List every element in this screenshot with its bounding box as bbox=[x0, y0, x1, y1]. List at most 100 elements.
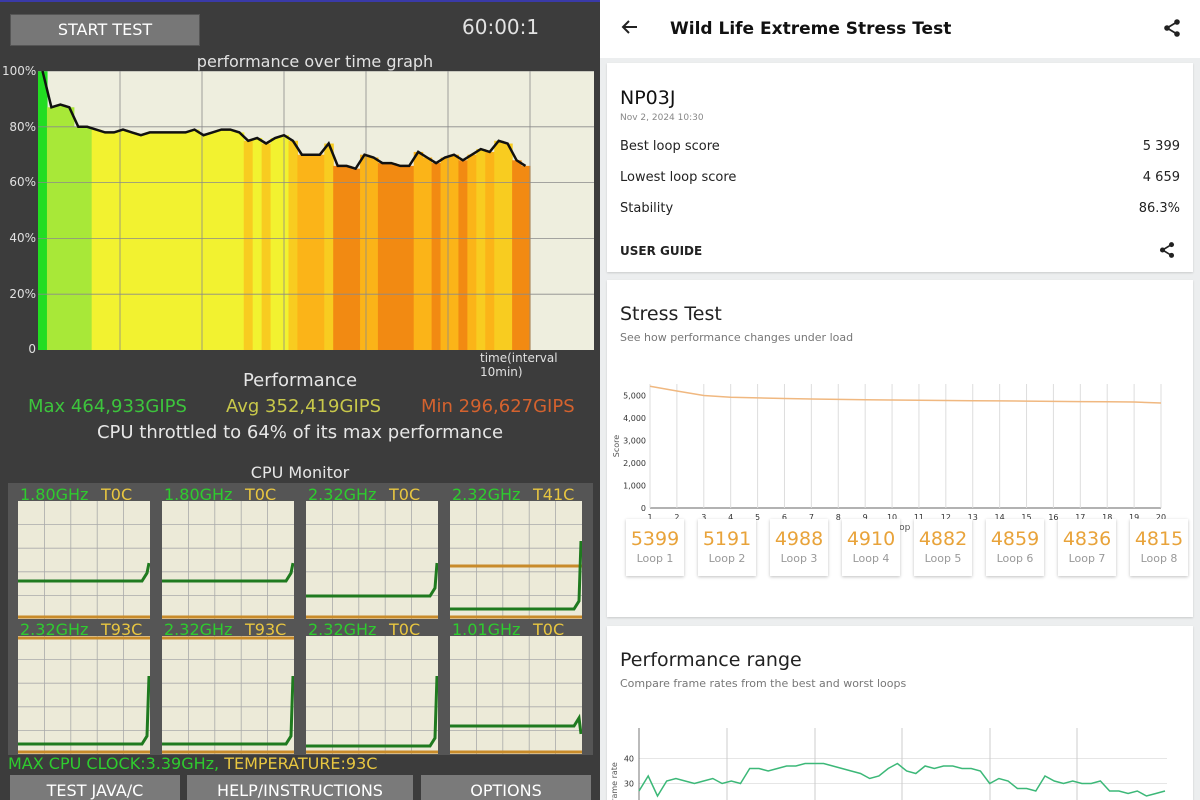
performance-range-subtitle: Compare frame rates from the best and wo… bbox=[620, 677, 907, 690]
stability-row: Stability 86.3% bbox=[620, 201, 1180, 216]
cpu-core-panel: 2.32GHz T0C bbox=[296, 483, 440, 619]
loop-label: Loop 7 bbox=[1068, 552, 1106, 565]
share-icon[interactable] bbox=[1162, 18, 1182, 38]
top-accent-line bbox=[0, 0, 600, 2]
performance-bar bbox=[503, 143, 513, 350]
y-tick-label: 30 bbox=[624, 780, 634, 789]
options-button[interactable]: OPTIONS bbox=[421, 775, 591, 800]
performance-bar bbox=[297, 154, 307, 350]
avg-performance: Avg 352,419GIPS bbox=[226, 396, 382, 417]
max-cpu-clock: MAX CPU CLOCK:3.39GHz, TEMPERATURE:93C bbox=[8, 754, 377, 773]
performance-bar bbox=[181, 132, 191, 350]
result-card: NP03J Nov 2, 2024 10:30 Best loop score 5… bbox=[607, 63, 1193, 272]
y-tick-label: 0 bbox=[28, 342, 36, 356]
loop-score-card[interactable]: 4882 Loop 5 bbox=[914, 519, 972, 576]
performance-bar bbox=[145, 132, 155, 350]
performance-bar bbox=[55, 104, 66, 350]
performance-bar bbox=[225, 129, 236, 350]
y-axis-title: Score bbox=[612, 435, 621, 457]
performance-bar bbox=[386, 163, 397, 350]
y-tick-label: 4,000 bbox=[623, 414, 646, 423]
core-graph bbox=[18, 636, 150, 754]
cpu-throttling-app: START TEST 60:00:1 performance over time… bbox=[0, 0, 600, 800]
performance-bar bbox=[467, 154, 477, 350]
x-tick-label: 16 bbox=[1048, 513, 1058, 522]
cpu-core-panel: 1.80GHz T0C bbox=[8, 483, 152, 619]
loop-score-card[interactable]: 4910 Loop 4 bbox=[842, 519, 900, 576]
3dmark-app: Wild Life Extreme Stress Test NP03J Nov … bbox=[600, 0, 1200, 800]
y-tick-label: 20% bbox=[9, 287, 36, 301]
min-performance: Min 296,627GIPS bbox=[421, 396, 575, 417]
start-test-button[interactable]: START TEST bbox=[10, 14, 200, 46]
score-line bbox=[649, 385, 1162, 404]
performance-bar bbox=[100, 132, 111, 350]
share-icon[interactable] bbox=[1158, 241, 1176, 259]
help-instructions-button[interactable]: HELP/INSTRUCTIONS bbox=[187, 775, 413, 800]
core-graph bbox=[162, 636, 294, 754]
loop-score-card[interactable]: 5191 Loop 2 bbox=[698, 519, 756, 576]
performance-bar bbox=[458, 160, 468, 350]
cpu-core-panel: 2.32GHz T41C bbox=[440, 483, 584, 619]
performance-bar bbox=[190, 129, 200, 350]
throttle-summary: CPU throttled to 64% of its max performa… bbox=[96, 422, 504, 443]
cpu-core-panel: 2.32GHz T0C bbox=[296, 618, 440, 754]
loop-score: 4910 bbox=[846, 528, 896, 550]
performance-bar bbox=[324, 143, 334, 350]
core-graph-background bbox=[18, 501, 150, 619]
loop-score-card[interactable]: 4988 Loop 3 bbox=[770, 519, 828, 576]
test-java-c-button[interactable]: TEST JAVA/C bbox=[10, 775, 180, 800]
loop-score: 5191 bbox=[702, 528, 752, 550]
performance-bar bbox=[315, 154, 325, 350]
y-tick-label: 0 bbox=[641, 504, 646, 513]
back-arrow-icon[interactable] bbox=[620, 17, 640, 37]
app-bar: Wild Life Extreme Stress Test bbox=[600, 0, 1200, 58]
y-tick-label: 60% bbox=[9, 175, 36, 189]
performance-bar bbox=[476, 149, 486, 350]
x-tick-label: 8 bbox=[836, 513, 841, 522]
stress-test-card: Stress Test See how performance changes … bbox=[607, 280, 1193, 617]
performance-range-title: Performance range bbox=[620, 649, 802, 671]
cpu-core-panel: 1.01GHz T0C bbox=[440, 618, 584, 754]
loop-label: Loop 1 bbox=[636, 552, 674, 565]
loop-score-card[interactable]: 4815 Loop 8 bbox=[1130, 519, 1188, 576]
loop-label: Loop 6 bbox=[996, 552, 1034, 565]
cpu-monitor-grid: 1.80GHz T0C 1.80GHz T0C 2.32GHz T0C 2.32… bbox=[8, 483, 593, 755]
max-clock-value: MAX CPU CLOCK:3.39GHz, bbox=[8, 754, 220, 773]
core-graph bbox=[306, 636, 438, 754]
max-performance: Max 464,933GIPS bbox=[28, 396, 187, 417]
performance-bar bbox=[351, 168, 361, 350]
performance-bar bbox=[306, 154, 316, 350]
performance-bar bbox=[216, 129, 227, 350]
performance-bar bbox=[154, 132, 164, 350]
performance-bar bbox=[288, 140, 299, 350]
performance-bar bbox=[64, 107, 75, 350]
cpu-core-panel: 2.32GHz T93C bbox=[8, 618, 152, 754]
performance-bar bbox=[422, 157, 433, 350]
loop-label: Loop 5 bbox=[924, 552, 962, 565]
loop-score: 4815 bbox=[1134, 528, 1184, 550]
frame-rate-chart: 403020Frame rate bbox=[610, 728, 1167, 800]
core-graph-background bbox=[450, 636, 582, 754]
y-tick-label: 40% bbox=[9, 231, 36, 245]
loop-label: Loop 8 bbox=[1140, 552, 1178, 565]
loop-score-card[interactable]: 4859 Loop 6 bbox=[986, 519, 1044, 576]
user-guide-link[interactable]: USER GUIDE bbox=[620, 244, 702, 258]
performance-bar bbox=[377, 163, 388, 350]
performance-bar bbox=[440, 157, 451, 350]
loop-score-card[interactable]: 4836 Loop 7 bbox=[1058, 519, 1116, 576]
y-tick-label: 3,000 bbox=[623, 436, 646, 445]
device-name: NP03J bbox=[620, 87, 676, 109]
lowest-loop-row: Lowest loop score 4 659 bbox=[620, 170, 1180, 185]
performance-bar bbox=[368, 157, 379, 350]
core-graph-background bbox=[162, 501, 294, 619]
performance-bar bbox=[109, 132, 120, 350]
performance-bar bbox=[395, 165, 406, 350]
performance-bar bbox=[342, 165, 352, 350]
performance-bar bbox=[136, 135, 146, 350]
performance-bar bbox=[431, 163, 442, 350]
loop-score-card[interactable]: 5399 Loop 1 bbox=[626, 519, 684, 576]
row-value: 5 399 bbox=[1142, 139, 1180, 154]
row-label: Lowest loop score bbox=[620, 170, 737, 185]
performance-bar bbox=[91, 129, 102, 350]
row-value: 4 659 bbox=[1142, 170, 1180, 185]
